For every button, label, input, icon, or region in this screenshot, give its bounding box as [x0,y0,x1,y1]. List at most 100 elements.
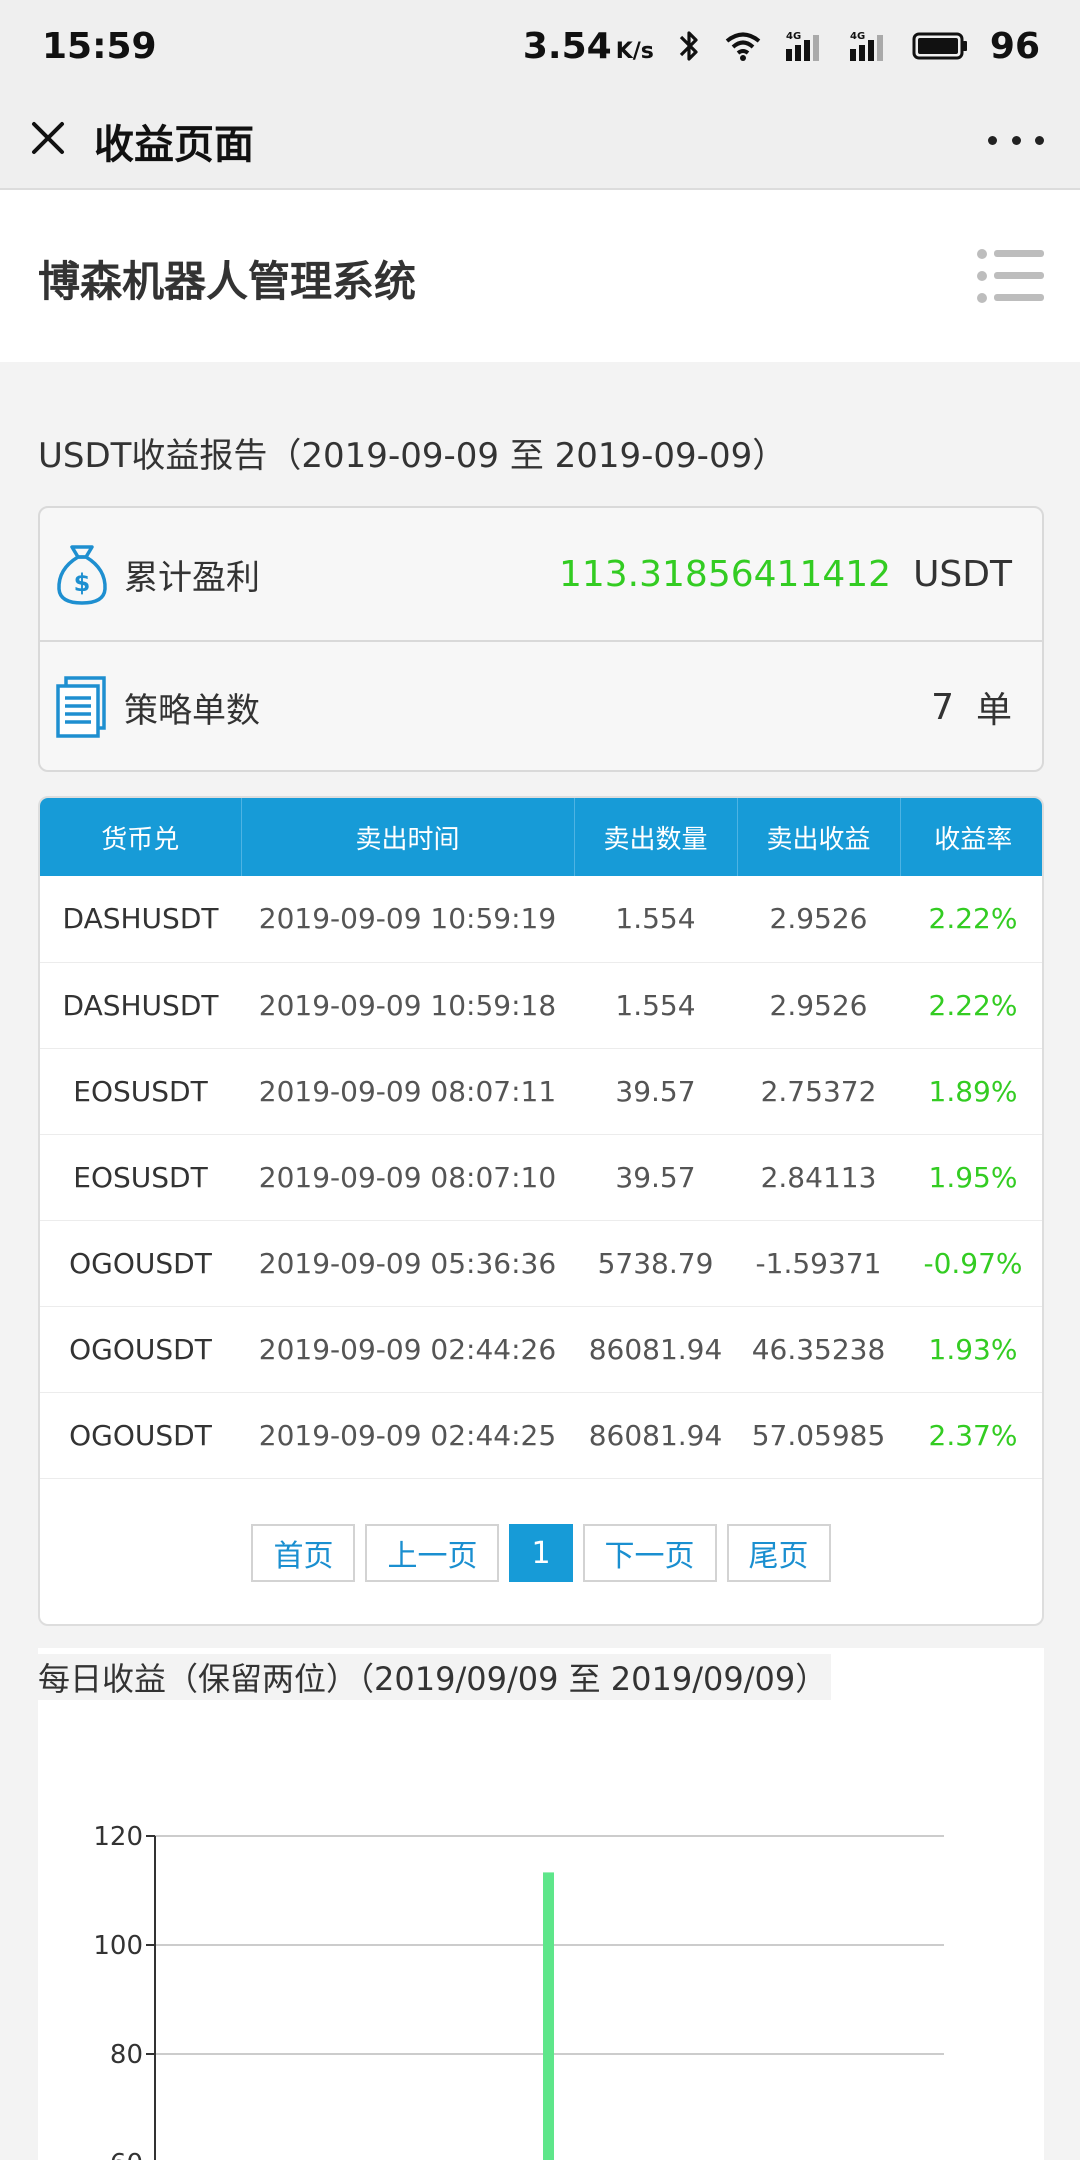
cell-rate: 1.93% [900,1306,1042,1393]
cell-income: 2.84113 [737,1134,900,1221]
orders-row: 策略单数 7 单 [40,640,1042,772]
cell-rate: 2.22% [900,876,1042,963]
next-page-button[interactable]: 下一页 [582,1524,717,1582]
cell-rate: 1.95% [900,1134,1042,1221]
summary-card: $ 累计盈利 113.31856411412 USDT 策略单数 7 单 [38,506,1044,772]
table-row: OGOUSDT 2019-09-09 02:44:26 86081.94 46.… [40,1306,1042,1393]
nav-title: 收益页面 [94,122,254,168]
cell-rate: 2.37% [900,1392,1042,1479]
status-bar: 15:59 3.54 K/s 4G 4G 96 [0,0,1080,96]
table-row: EOSUSDT 2019-09-09 08:07:10 39.57 2.8411… [40,1134,1042,1221]
profit-value: 113.31856411412 [558,553,892,595]
cell-quantity: 39.57 [574,1048,737,1135]
first-page-button[interactable]: 首页 [251,1524,356,1582]
signal-4g-icon: 4G [849,31,883,61]
network-speed-unit: K/s [615,38,654,64]
cell-pair: EOSUSDT [40,1048,241,1135]
sales-table: 货币兑 卖出时间 卖出数量 卖出收益 收益率 DASHUSDT 2019-09-… [40,798,1042,1479]
table-header-row: 货币兑 卖出时间 卖出数量 卖出收益 收益率 [40,798,1042,876]
table-row: DASHUSDT 2019-09-09 10:59:18 1.554 2.952… [40,962,1042,1049]
cell-time: 2019-09-09 10:59:18 [241,962,574,1049]
orders-label: 策略单数 [124,690,260,731]
cell-quantity: 86081.94 [574,1306,737,1393]
column-header-time: 卖出时间 [241,798,575,876]
cell-income: 2.9526 [737,962,900,1049]
orders-value: 7 [931,686,954,728]
cell-quantity: 86081.94 [574,1392,737,1479]
cell-pair: OGOUSDT [40,1306,241,1393]
close-icon[interactable] [24,114,74,164]
column-header-income: 卖出收益 [737,798,901,876]
cell-pair: EOSUSDT [40,1134,241,1221]
chart-y-tick-label: 100 [93,1931,143,1961]
chart-canvas: 120 100 80 60 [93,1822,944,2160]
network-speed-value: 3.54 [522,25,612,67]
cell-pair: OGOUSDT [40,1392,241,1479]
cell-time: 2019-09-09 08:07:10 [241,1134,574,1221]
cell-quantity: 1.554 [574,876,737,963]
sales-table-card: 货币兑 卖出时间 卖出数量 卖出收益 收益率 DASHUSDT 2019-09-… [38,796,1044,1626]
battery-level: 96 [989,25,1040,67]
cell-income: -1.59371 [737,1220,900,1307]
profit-label: 累计盈利 [124,557,260,598]
table-row: DASHUSDT 2019-09-09 10:59:19 1.554 2.952… [40,876,1042,963]
menu-icon[interactable] [976,246,1046,306]
profit-unit: USDT [913,553,1012,595]
more-options-icon[interactable] [988,120,1044,160]
money-bag-icon: $ [57,545,107,605]
nav-bar: 收益页面 [0,96,1080,190]
document-icon [56,676,106,738]
svg-text:4G: 4G [850,31,865,42]
cell-time: 2019-09-09 08:07:11 [241,1048,574,1135]
cell-income: 2.75372 [737,1048,900,1135]
chart-y-tick-label: 120 [93,1822,143,1852]
app-header: 博森机器人管理系统 [0,190,1080,362]
cell-rate: 1.89% [900,1048,1042,1135]
cell-quantity: 39.57 [574,1134,737,1221]
orders-value-group: 7 单 [931,681,1012,733]
current-page-button[interactable]: 1 [509,1524,573,1582]
column-header-quantity: 卖出数量 [574,798,738,876]
status-icons: 3.54 K/s 4G 4G 96 [523,24,1040,68]
prev-page-button[interactable]: 上一页 [365,1524,500,1582]
pagination: 首页 上一页 1 下一页 尾页 [40,1524,1042,1582]
svg-text:$: $ [74,569,91,597]
status-time: 15:59 [42,26,157,67]
cell-time: 2019-09-09 02:44:25 [241,1392,574,1479]
daily-income-chart: 120 100 80 60 每日收益（保留两位）（2019/09/09 至 2019/… [38,1648,1044,2160]
table-row: OGOUSDT 2019-09-09 05:36:36 5738.79 -1.5… [40,1220,1042,1307]
cell-quantity: 1.554 [574,962,737,1049]
cell-income: 2.9526 [737,876,900,963]
last-page-button[interactable]: 尾页 [726,1524,831,1582]
wifi-icon [725,32,761,61]
chart-title: 每日收益（保留两位）（2019/09/09 至 2019/09/09） [38,1654,832,1700]
column-header-pair: 货币兑 [40,798,242,876]
table-row: OGOUSDT 2019-09-09 02:44:25 86081.94 57.… [40,1392,1042,1479]
profit-value-group: 113.31856411412 USDT [559,554,1012,595]
cell-income: 46.35238 [737,1306,900,1393]
cell-pair: DASHUSDT [40,962,241,1049]
chart-y-tick-label: 60 [110,2149,143,2160]
cell-time: 2019-09-09 05:36:36 [241,1220,574,1307]
cell-quantity: 5738.79 [574,1220,737,1307]
cell-pair: DASHUSDT [40,876,241,963]
chart-y-tick-label: 80 [110,2040,143,2070]
chart-bar [543,1872,554,2160]
profit-row: $ 累计盈利 113.31856411412 USDT [40,508,1042,640]
cell-pair: OGOUSDT [40,1220,241,1307]
network-speed: 3.54 K/s [523,26,654,67]
report-title: USDT收益报告（2019-09-09 至 2019-09-09） [38,436,787,476]
cell-time: 2019-09-09 02:44:26 [241,1306,574,1393]
battery-icon [912,32,967,60]
cell-income: 57.05985 [737,1392,900,1479]
app-title: 博森机器人管理系统 [38,257,417,306]
signal-4g-icon: 4G [785,31,819,61]
svg-text:4G: 4G [786,31,801,42]
cell-time: 2019-09-09 10:59:19 [241,876,574,963]
cell-rate: 2.22% [900,962,1042,1049]
table-row: EOSUSDT 2019-09-09 08:07:11 39.57 2.7537… [40,1048,1042,1135]
column-header-rate: 收益率 [934,824,1013,855]
orders-unit: 单 [975,690,1012,731]
cell-rate: -0.97% [900,1220,1042,1307]
bluetooth-icon [679,31,698,61]
